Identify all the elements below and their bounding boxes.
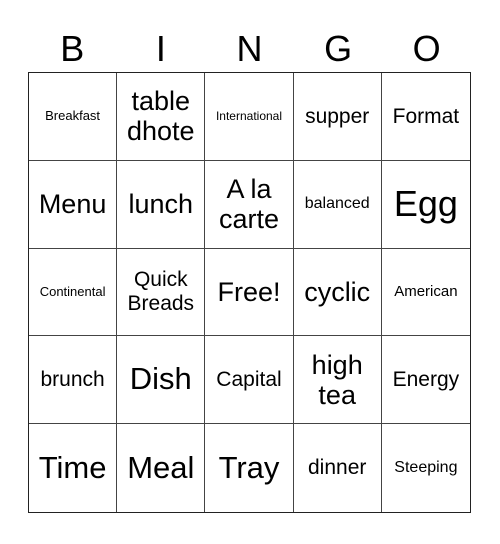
bingo-cell[interactable]: supper: [293, 73, 382, 161]
bingo-cell[interactable]: Quick Breads: [117, 248, 206, 337]
bingo-cell[interactable]: Continental: [29, 248, 118, 337]
bingo-cell[interactable]: dinner: [294, 424, 382, 512]
bingo-cell[interactable]: Dish: [117, 336, 206, 425]
header-letter-g: G: [324, 28, 353, 69]
bingo-cell[interactable]: Menu: [29, 160, 118, 249]
bingo-cell[interactable]: balanced: [293, 160, 382, 249]
header-letter-i: I: [155, 28, 166, 69]
header-letter-b: B: [60, 28, 85, 69]
bingo-cell[interactable]: International: [205, 73, 294, 161]
bingo-cell[interactable]: Egg: [381, 161, 470, 249]
bingo-cell[interactable]: Energy: [381, 336, 470, 425]
bingo-header: B I N G O: [28, 22, 471, 72]
bingo-cell[interactable]: A la carte: [205, 160, 294, 249]
bingo-cell[interactable]: Format: [381, 73, 470, 161]
bingo-cell[interactable]: Tray: [205, 424, 294, 512]
bingo-cell[interactable]: American: [381, 249, 470, 337]
bingo-cell[interactable]: table dhote: [117, 73, 206, 161]
bingo-cell[interactable]: Capital: [205, 336, 294, 425]
bingo-cell[interactable]: lunch: [117, 160, 206, 249]
bingo-cell[interactable]: Meal: [117, 424, 206, 512]
bingo-cell[interactable]: brunch: [29, 336, 118, 425]
free-space[interactable]: Free!: [205, 248, 294, 337]
bingo-cell[interactable]: high tea: [293, 336, 382, 425]
header-letter-o: O: [412, 28, 441, 69]
bingo-cell[interactable]: cyclic: [293, 248, 382, 337]
bingo-cell[interactable]: Time: [29, 424, 118, 512]
header-letter-n: N: [236, 28, 263, 69]
bingo-board: Breakfast table dhote International supp…: [28, 72, 471, 513]
bingo-cell[interactable]: Steeping: [382, 424, 470, 512]
bingo-cell[interactable]: Breakfast: [29, 73, 118, 161]
